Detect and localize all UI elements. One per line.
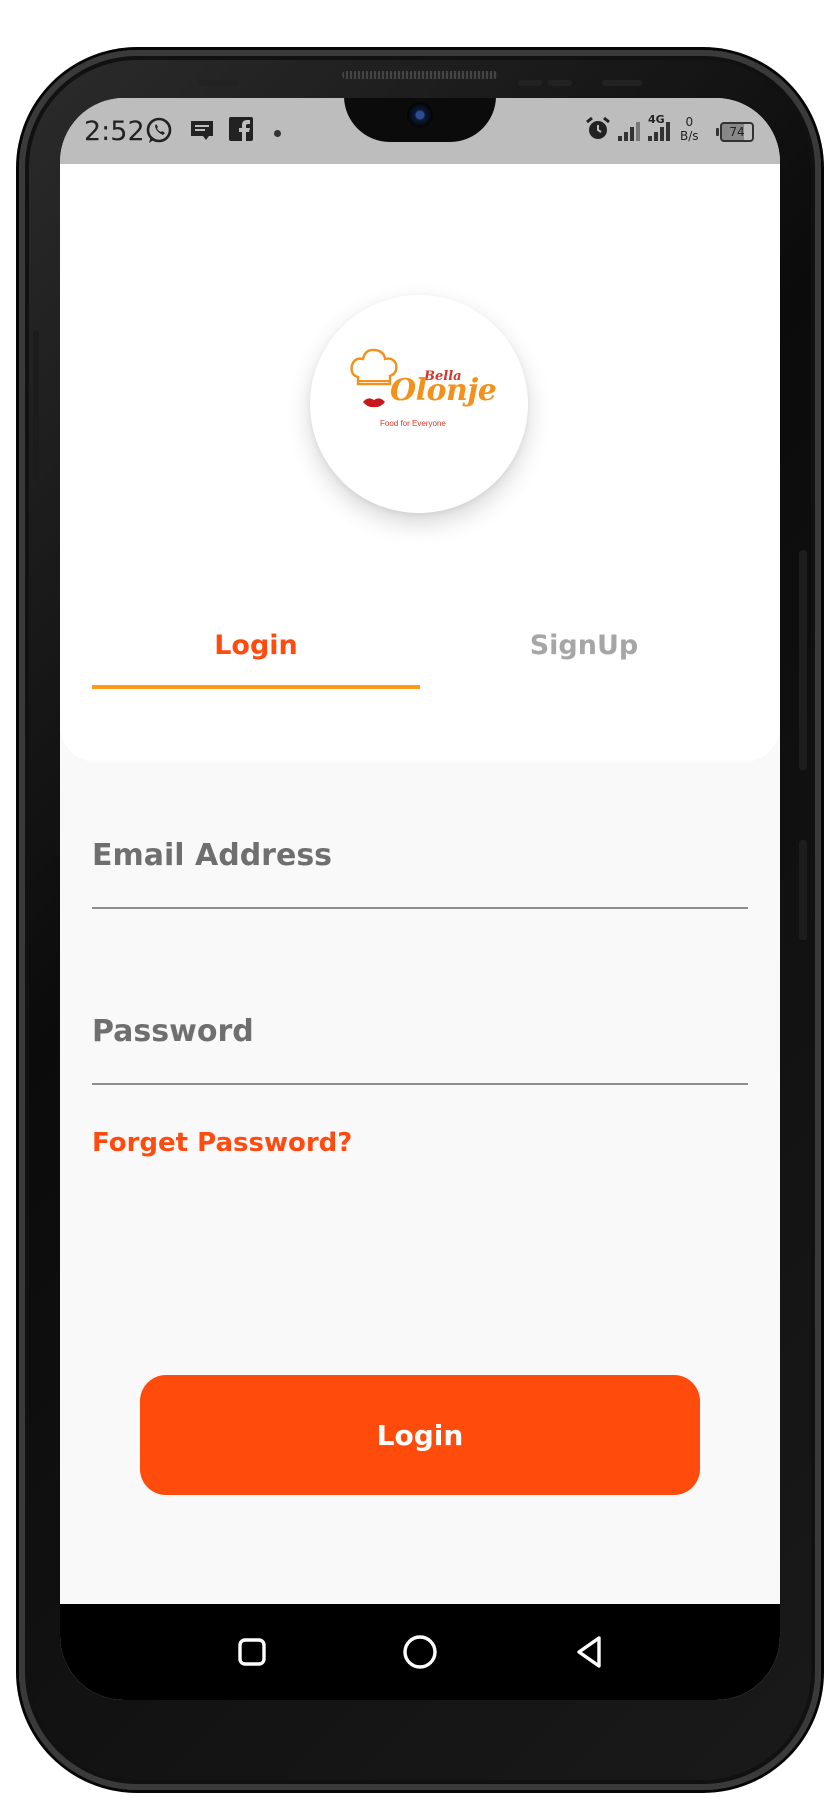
email-field xyxy=(92,831,748,909)
facebook-icon xyxy=(228,116,254,149)
network-speed: 0 B/s xyxy=(680,115,699,143)
header-card: Bella Olonje Food for Everyone Login Sig… xyxy=(60,164,780,762)
tab-indicator xyxy=(92,685,420,689)
battery-level: 74 xyxy=(729,125,745,139)
volume-button xyxy=(799,840,807,940)
logo-brand-large: Olonje xyxy=(390,373,497,408)
sensor xyxy=(548,80,572,86)
dot-icon xyxy=(274,130,281,137)
whatsapp-icon xyxy=(144,116,174,153)
password-field xyxy=(92,1007,748,1085)
home-icon[interactable] xyxy=(400,1632,440,1672)
signal-icon xyxy=(618,119,640,141)
earpiece-speaker xyxy=(342,71,498,79)
forgot-password-link[interactable]: Forget Password? xyxy=(92,1128,352,1158)
navigation-bar xyxy=(60,1604,780,1700)
speed-value: 0 xyxy=(685,115,694,129)
app-logo: Bella Olonje Food for Everyone xyxy=(310,295,528,513)
sensor xyxy=(602,80,642,86)
logo-tagline: Food for Everyone xyxy=(380,419,446,428)
back-icon[interactable] xyxy=(570,1632,610,1672)
tab-login[interactable]: Login xyxy=(92,630,420,661)
power-button xyxy=(799,550,807,770)
lips-icon xyxy=(363,398,385,408)
password-input[interactable] xyxy=(92,1007,748,1055)
email-input[interactable] xyxy=(92,831,748,879)
signal-4g-icon xyxy=(648,119,670,141)
recent-apps-icon[interactable] xyxy=(232,1632,272,1672)
login-button[interactable]: Login xyxy=(140,1375,700,1495)
sensor xyxy=(518,80,542,86)
tab-signup[interactable]: SignUp xyxy=(420,630,748,661)
screen: 2:52 4G 0 B/s 74 Bella Olonje Food for E… xyxy=(60,98,780,1700)
status-time: 2:52 xyxy=(84,116,145,147)
battery-icon: 74 xyxy=(716,122,754,142)
speed-unit: B/s xyxy=(680,129,699,143)
sensor xyxy=(198,80,238,86)
alarm-icon xyxy=(585,116,611,149)
message-icon xyxy=(188,116,216,151)
side-key xyxy=(33,330,39,480)
front-camera xyxy=(407,102,433,128)
